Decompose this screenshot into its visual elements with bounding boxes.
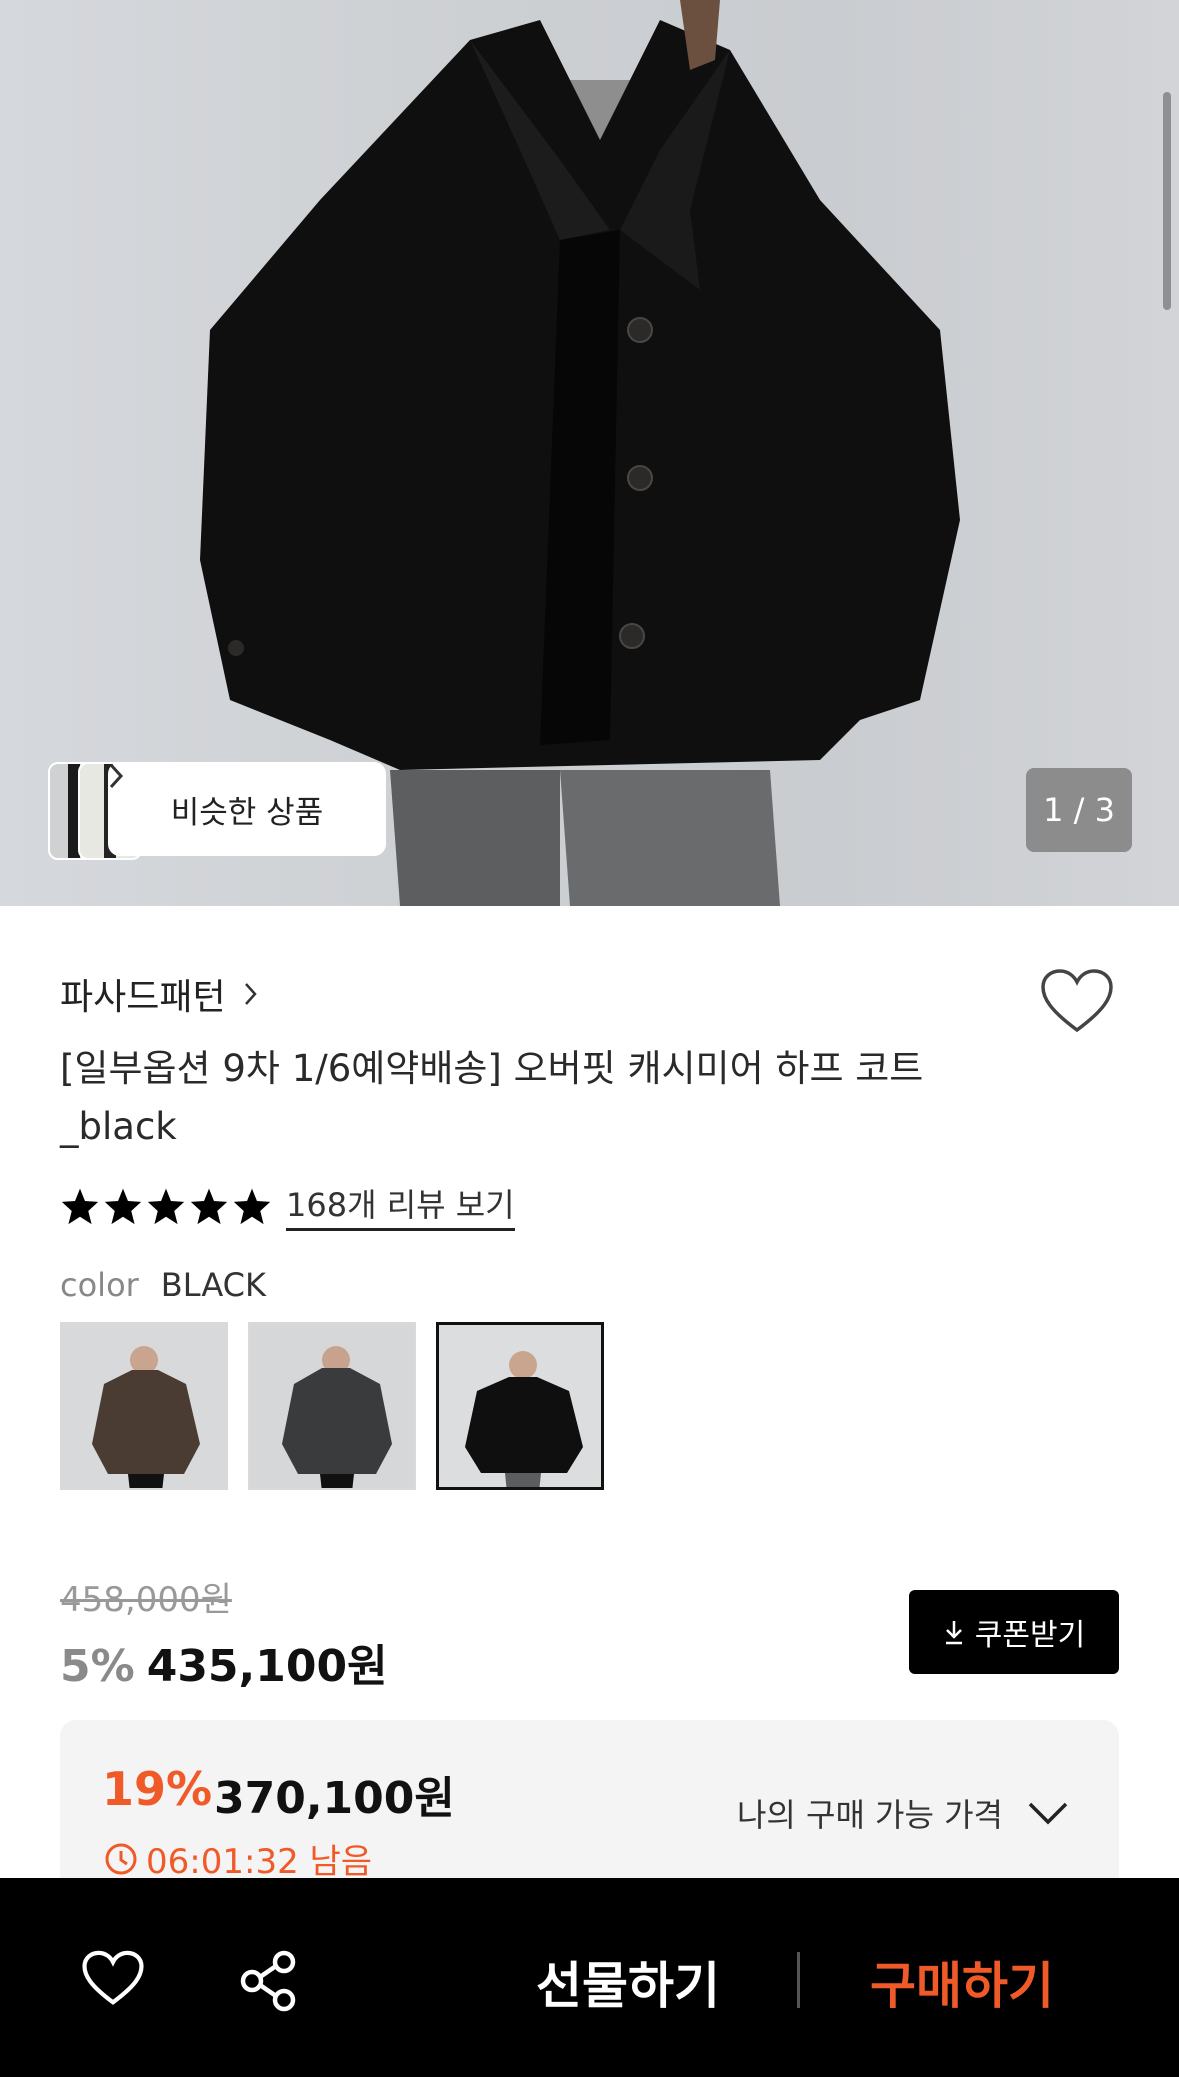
heart-icon <box>1041 969 1113 1033</box>
wishlist-bottom-button[interactable] <box>82 1950 144 2010</box>
product-title: [일부옵션 9차 1/6예약배송] 오버핏 캐시미어 하프 코트 _black <box>60 1047 924 1148</box>
star-rating <box>60 1187 272 1225</box>
chevron-right-icon <box>244 983 257 1005</box>
star-icon <box>190 1188 228 1224</box>
color-value: BLACK <box>160 1266 266 1304</box>
similar-products[interactable]: 비슷한 상품 <box>48 762 386 860</box>
color-swatches <box>60 1322 604 1490</box>
chevron-down-icon <box>1028 1802 1068 1825</box>
buy-button[interactable]: 구매하기 <box>870 1946 1054 2018</box>
countdown-text: 06:01:32 남음 <box>146 1842 373 1882</box>
discount-percent: 5% <box>60 1641 135 1692</box>
countdown: 06:01:32 남음 <box>104 1834 372 1883</box>
coupon-label: 쿠폰받기 <box>974 1618 1086 1653</box>
heart-icon <box>82 1950 144 2005</box>
color-option-row: color BLACK <box>60 1266 266 1304</box>
star-icon <box>233 1188 271 1224</box>
original-price: 458,000원 <box>60 1580 232 1620</box>
bottom-action-bar: 선물하기 구매하기 <box>0 1878 1179 2077</box>
star-icon <box>147 1188 185 1224</box>
chevron-right-icon <box>109 763 124 789</box>
clock-icon <box>105 1843 137 1874</box>
wishlist-button[interactable] <box>1040 968 1114 1038</box>
divider <box>797 1952 800 2008</box>
star-icon <box>104 1188 142 1224</box>
image-page-indicator: 1 / 3 <box>1026 768 1132 852</box>
current-price: 435,100원 <box>146 1641 388 1692</box>
swatch-charcoal[interactable] <box>248 1322 416 1490</box>
my-price-toggle[interactable]: 나의 구매 가능 가격 <box>737 1790 1069 1836</box>
similar-products-button[interactable]: 비슷한 상품 <box>108 762 386 856</box>
star-icon <box>61 1188 99 1224</box>
product-image[interactable]: 비슷한 상품 1 / 3 <box>0 0 1179 906</box>
rating-row: 168개 리뷰 보기 <box>60 1180 515 1231</box>
brand-name: 파사드패턴 <box>60 977 226 1018</box>
my-price-label: 나의 구매 가능 가격 <box>736 1796 1003 1834</box>
price-row: 5% 435,100원 <box>60 1630 388 1694</box>
my-price-amount: 370,100원 <box>214 1773 455 1824</box>
share-button[interactable] <box>238 1950 300 2016</box>
download-icon <box>945 1621 962 1645</box>
gift-button[interactable]: 선물하기 <box>536 1946 720 2018</box>
review-link[interactable]: 168개 리뷰 보기 <box>286 1180 515 1231</box>
color-label: color <box>60 1266 139 1304</box>
share-icon <box>240 1950 296 2012</box>
swatch-brown[interactable] <box>60 1322 228 1490</box>
my-discount-percent: 19% <box>102 1762 213 1816</box>
brand-link[interactable]: 파사드패턴 <box>60 968 258 1020</box>
scroll-indicator <box>1163 92 1171 310</box>
coupon-button[interactable]: 쿠폰받기 <box>909 1590 1119 1674</box>
similar-products-label: 비슷한 상품 <box>170 794 324 831</box>
swatch-black-selected[interactable] <box>436 1322 604 1490</box>
